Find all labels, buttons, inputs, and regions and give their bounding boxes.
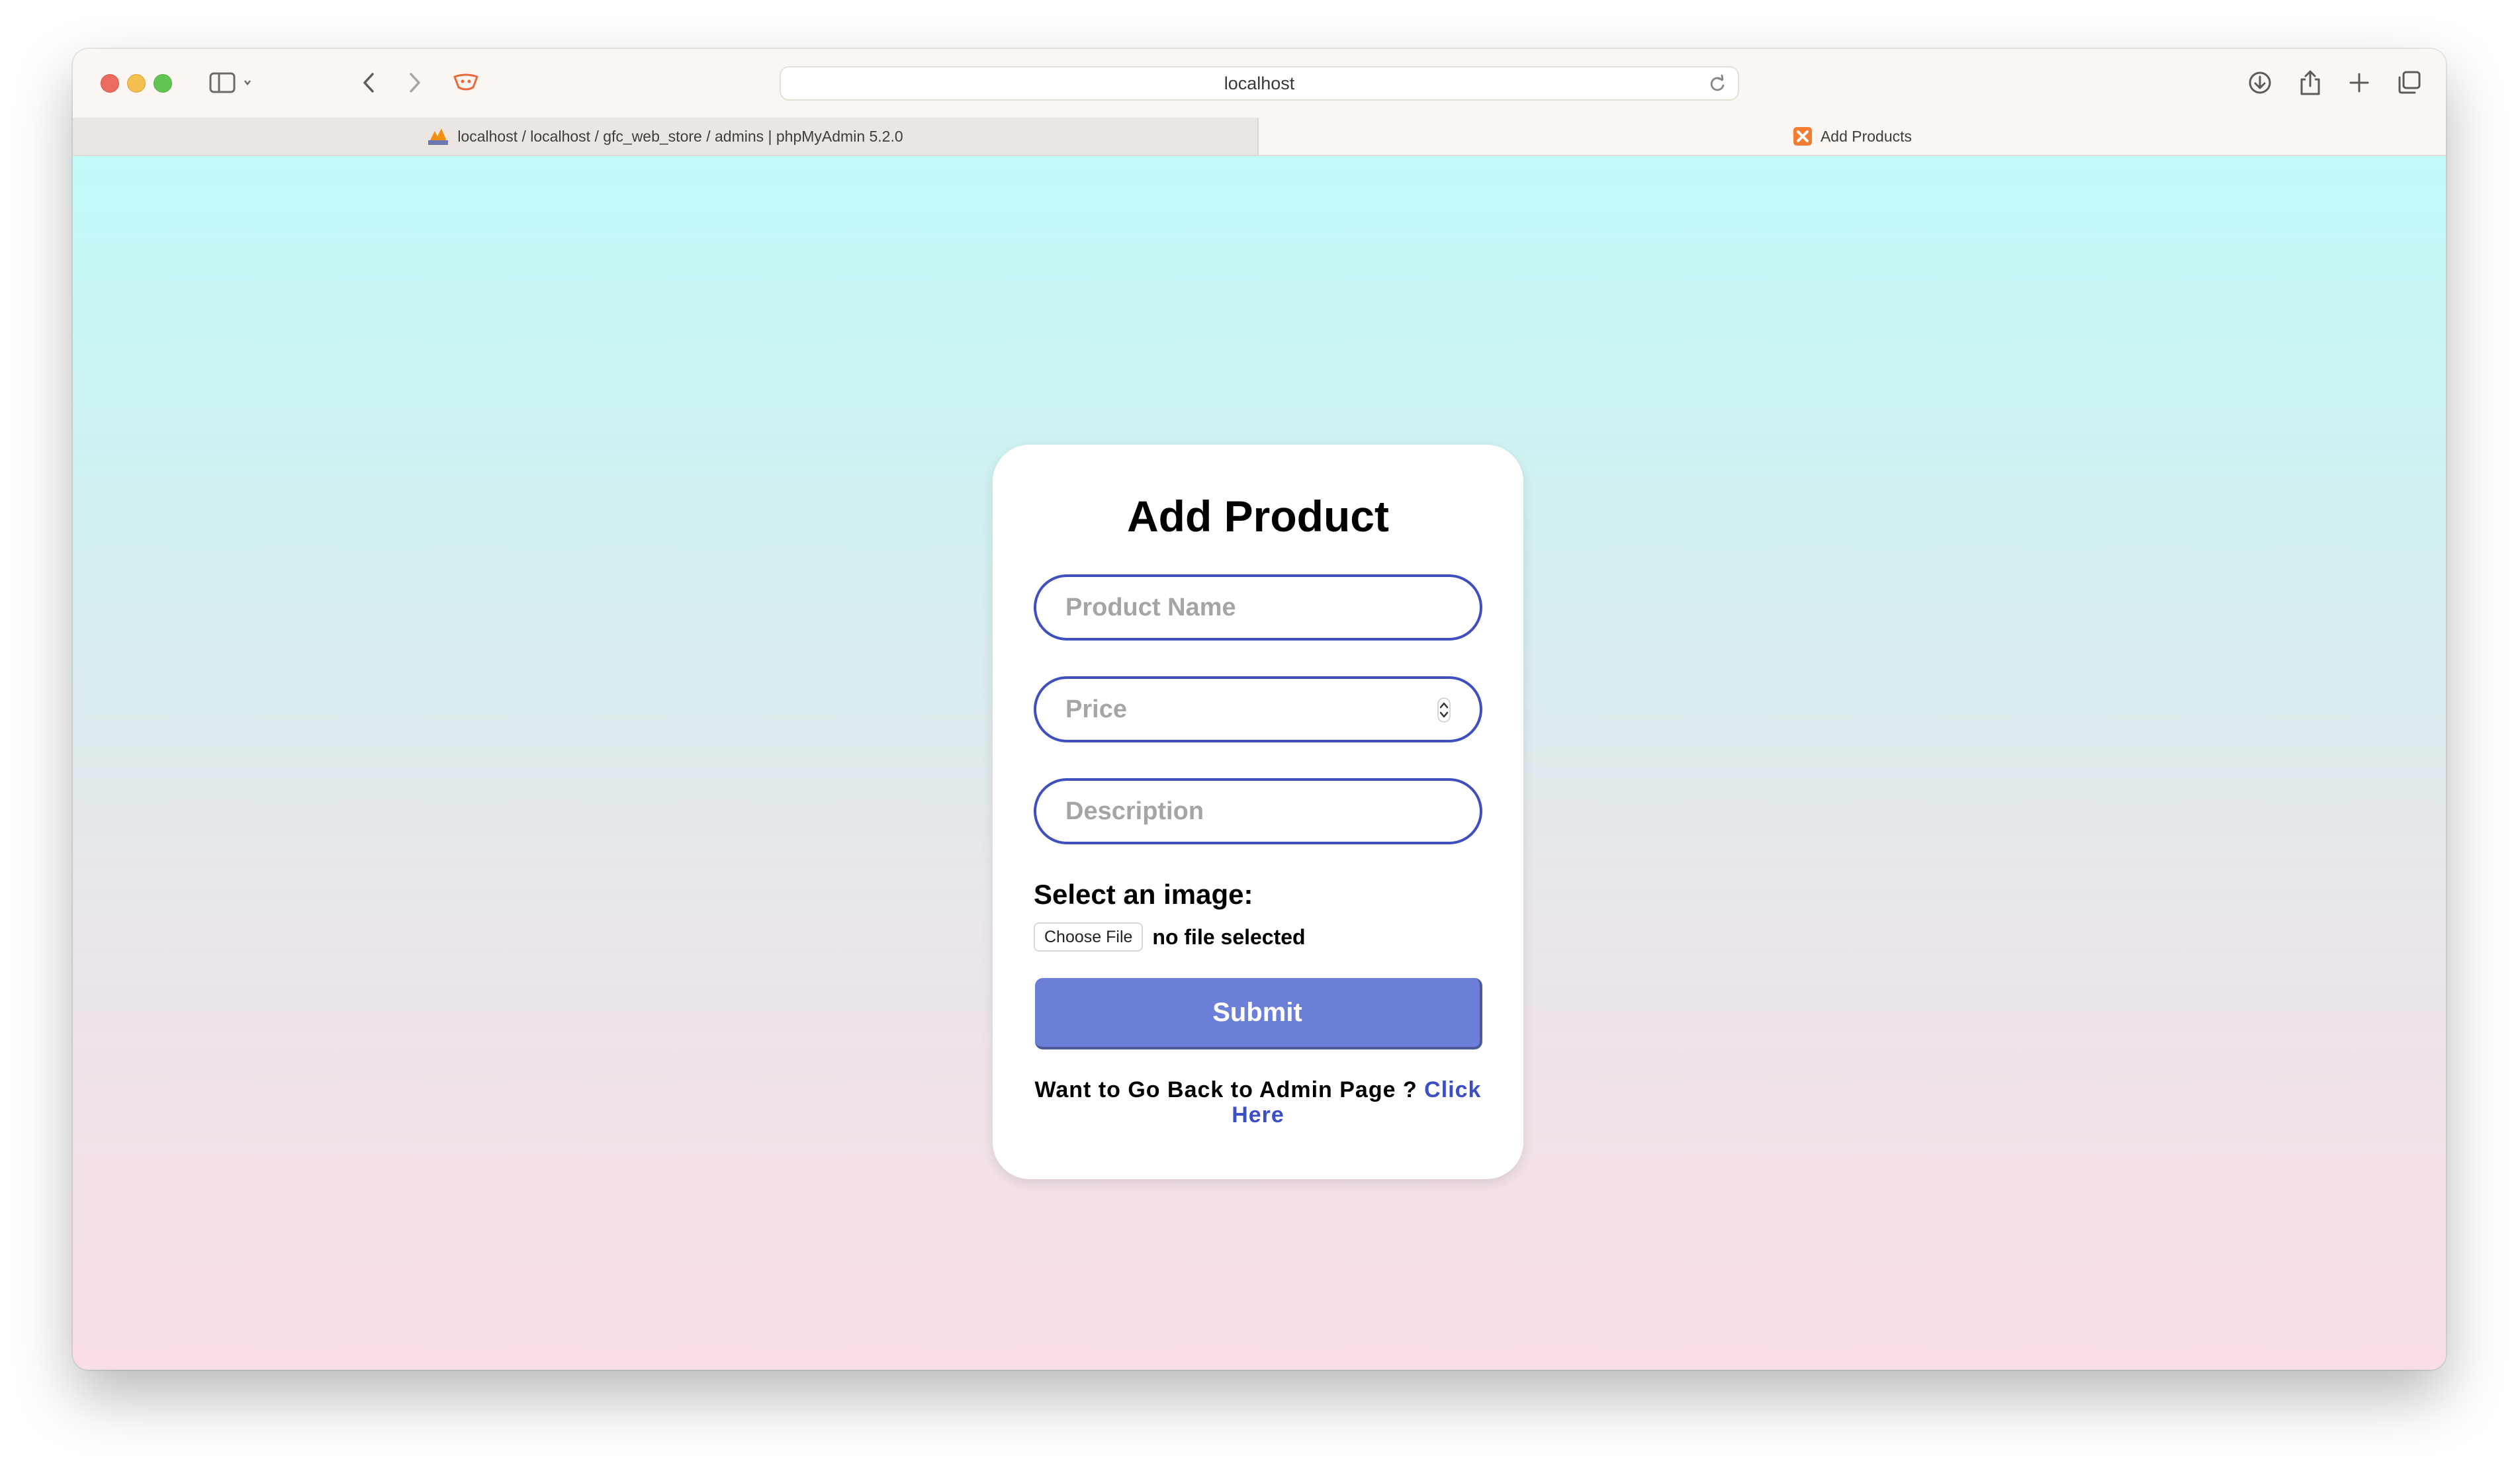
file-status: no file selected — [1152, 924, 1306, 949]
tab-add-products-label: Add Products — [1820, 127, 1912, 145]
tab-bar: localhost / localhost / gfc_web_store / … — [73, 118, 2446, 156]
minimize-window-button[interactable] — [127, 74, 146, 93]
reload-button[interactable] — [1707, 74, 1727, 97]
submit-button[interactable]: Submit — [1035, 978, 1482, 1049]
price-stepper[interactable] — [1437, 697, 1451, 726]
image-label: Select an image: — [1034, 879, 1253, 910]
zoom-window-button[interactable] — [154, 74, 172, 93]
choose-file-button[interactable]: Choose File — [1034, 922, 1144, 952]
back-button[interactable] — [353, 66, 384, 99]
stepper-icon — [1437, 697, 1451, 723]
extension-icon — [453, 73, 478, 91]
address-bar[interactable]: localhost — [780, 66, 1739, 101]
tabs-overview-icon — [2398, 71, 2421, 94]
chevron-left-icon — [363, 73, 374, 93]
back-to-admin: Want to Go Back to Admin Page ? Click He… — [1019, 1077, 1497, 1128]
address-text: localhost — [1224, 73, 1295, 93]
forward-button[interactable] — [400, 66, 430, 99]
share-button[interactable] — [2294, 66, 2327, 99]
tab-add-products[interactable]: Add Products — [1259, 118, 2446, 155]
page-content: Add Product Product Name Price Descripti… — [73, 156, 2446, 1370]
price-placeholder: Price — [1065, 695, 1127, 723]
tab-phpmyadmin[interactable]: localhost / localhost / gfc_web_store / … — [73, 118, 1259, 155]
add-product-card: Add Product Product Name Price Descripti… — [993, 445, 1523, 1179]
browser-window: localhost localhost / localhost / gfc_we… — [73, 49, 2446, 1370]
description-placeholder: Description — [1065, 797, 1204, 825]
tab-phpmyadmin-label: localhost / localhost / gfc_web_store / … — [457, 127, 903, 145]
back-text: Want to Go Back to Admin Page ? — [1034, 1077, 1418, 1102]
description-input[interactable]: Description — [1034, 778, 1482, 844]
plus-icon — [2349, 73, 2369, 93]
tab-overview-button[interactable] — [2393, 66, 2426, 99]
download-icon — [2249, 71, 2271, 94]
product-name-placeholder: Product Name — [1065, 593, 1236, 621]
close-window-button[interactable] — [101, 74, 119, 93]
phpmyadmin-favicon-icon — [427, 127, 449, 146]
chevron-right-icon — [410, 73, 420, 93]
xampp-favicon-icon — [1793, 126, 1813, 146]
extension-button[interactable] — [449, 66, 483, 99]
file-picker: Choose File no file selected — [1034, 922, 1306, 952]
browser-toolbar: localhost — [73, 49, 2446, 118]
desktop-background: localhost localhost / localhost / gfc_we… — [0, 0, 2520, 1469]
page-title: Add Product — [1127, 492, 1389, 541]
share-icon — [2300, 70, 2320, 95]
price-input[interactable]: Price — [1034, 676, 1482, 742]
product-name-input[interactable]: Product Name — [1034, 574, 1482, 641]
downloads-button[interactable] — [2243, 66, 2276, 99]
sidebar-toggle-button[interactable] — [202, 66, 262, 99]
new-tab-button[interactable] — [2343, 66, 2376, 99]
reload-icon — [1710, 74, 1725, 91]
sidebar-icon — [209, 72, 251, 93]
